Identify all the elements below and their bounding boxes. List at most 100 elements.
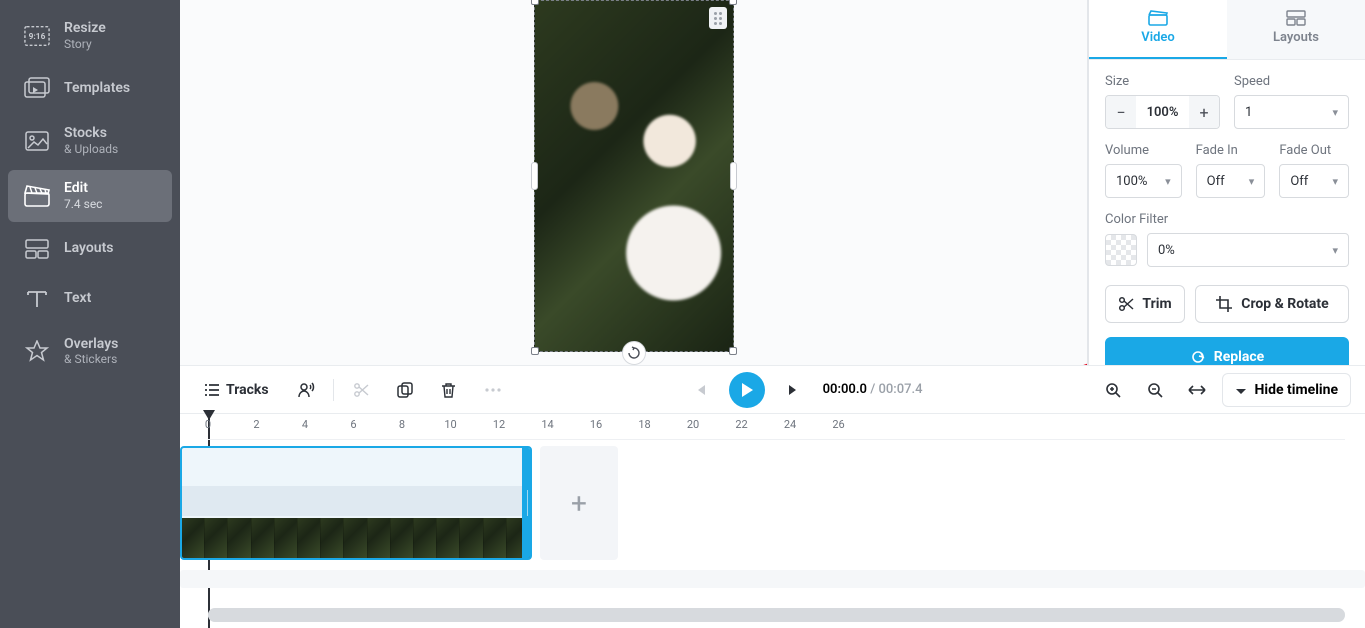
main-area: Video Layouts Size − 100%	[180, 0, 1365, 628]
sidebar-item-overlays[interactable]: Overlays & Stickers	[8, 326, 172, 377]
empty-track[interactable]	[180, 570, 1365, 588]
size-value[interactable]: 100%	[1136, 105, 1189, 120]
right-panel: Video Layouts Size − 100%	[1088, 0, 1365, 365]
text-icon	[24, 286, 50, 312]
clip-trim-handle[interactable]	[522, 448, 532, 558]
ruler-tick: 26	[832, 418, 844, 431]
tracks-button[interactable]: Tracks	[194, 374, 279, 406]
more-button[interactable]	[476, 374, 510, 406]
add-clip-button[interactable]: +	[540, 446, 618, 560]
sidebar-item-sublabel: & Stickers	[64, 352, 118, 366]
size-decrease[interactable]: −	[1106, 96, 1136, 128]
zoom-in-button[interactable]	[1096, 374, 1130, 406]
drag-grip-icon[interactable]	[709, 7, 727, 29]
ruler-tick: 6	[350, 418, 356, 431]
volume-value: 100%	[1116, 174, 1147, 189]
resize-handle[interactable]	[531, 347, 539, 355]
trash-icon	[441, 382, 456, 398]
sidebar-item-resize[interactable]: 9:16 Resize Story	[8, 10, 172, 61]
fadeout-select[interactable]: Off ▾	[1279, 164, 1349, 198]
annotation-arrow	[1000, 300, 1088, 365]
fadeout-label: Fade Out	[1279, 143, 1349, 158]
colorfilter-select[interactable]: 0% ▾	[1147, 233, 1349, 267]
timeline-scrollbar[interactable]	[208, 608, 1345, 622]
zoom-out-icon	[1147, 382, 1163, 398]
tab-layouts[interactable]: Layouts	[1227, 0, 1365, 59]
trim-button[interactable]: Trim	[1105, 285, 1185, 323]
ruler-tick: 20	[687, 418, 699, 431]
timeline-clip[interactable]	[180, 446, 532, 560]
sidebar-item-layouts[interactable]: Layouts	[8, 226, 172, 272]
zoom-in-icon	[1105, 382, 1121, 398]
prev-frame-button[interactable]	[683, 374, 717, 406]
sidebar-item-label: Resize	[64, 20, 106, 37]
fadein-label: Fade In	[1196, 143, 1266, 158]
chevron-down-icon: ▾	[1332, 175, 1338, 188]
tab-video[interactable]: Video	[1089, 0, 1227, 59]
resize-handle[interactable]	[729, 347, 737, 355]
duplicate-button[interactable]	[388, 374, 422, 406]
sidebar-item-edit[interactable]: Edit 7.4 sec	[8, 170, 172, 221]
chevron-down-icon: ▾	[1165, 175, 1171, 188]
scrollbar-thumb[interactable]	[208, 608, 1345, 622]
resize-handle[interactable]	[531, 162, 538, 190]
colorfilter-value: 0%	[1158, 243, 1175, 258]
resize-handle[interactable]	[730, 162, 737, 190]
delete-button[interactable]	[432, 374, 466, 406]
ruler-tick: 8	[399, 418, 405, 431]
crop-icon	[1215, 295, 1233, 313]
more-icon	[485, 388, 501, 392]
cut-button[interactable]	[344, 374, 378, 406]
clip-thumbnails	[182, 518, 530, 558]
fadein-select[interactable]: Off ▾	[1196, 164, 1266, 198]
voiceover-button[interactable]	[289, 374, 323, 406]
canvas[interactable]	[180, 0, 1088, 365]
sidebar-item-sublabel: & Uploads	[64, 142, 118, 156]
scissors-icon	[353, 382, 369, 398]
rotate-handle[interactable]	[622, 341, 646, 365]
clapperboard-icon	[1148, 10, 1168, 26]
tab-label: Video	[1141, 30, 1175, 45]
ruler-tick: 14	[541, 418, 553, 431]
timeline-ruler[interactable]: 02468101214161820222426	[208, 414, 1345, 440]
image-icon	[24, 128, 50, 154]
layouts-icon	[1286, 10, 1306, 26]
selected-clip[interactable]	[534, 0, 734, 352]
sidebar-item-templates[interactable]: Templates	[8, 65, 172, 111]
volume-select[interactable]: 100% ▾	[1105, 164, 1182, 198]
chevron-down-icon: ▾	[1332, 244, 1338, 257]
play-icon	[740, 382, 754, 398]
size-increase[interactable]: +	[1189, 96, 1219, 128]
sidebar-item-text[interactable]: Text	[8, 276, 172, 322]
chevron-down-icon: ▾	[1332, 106, 1338, 119]
step-back-icon	[693, 383, 707, 397]
timeline-tracks[interactable]: +	[180, 440, 1365, 604]
layouts-icon	[24, 236, 50, 262]
resize-handle[interactable]	[729, 0, 737, 5]
ruler-tick: 18	[638, 418, 650, 431]
ruler-tick: 16	[590, 418, 602, 431]
colorfilter-swatch[interactable]	[1105, 234, 1137, 266]
copy-icon	[397, 382, 413, 398]
size-stepper: − 100% +	[1105, 95, 1220, 129]
ruler-tick: 12	[493, 418, 505, 431]
voiceover-icon	[297, 381, 315, 399]
speed-select[interactable]: 1 ▾	[1234, 95, 1349, 129]
sidebar-item-sublabel: Story	[64, 37, 106, 51]
speed-value: 1	[1245, 105, 1252, 120]
fit-button[interactable]	[1180, 374, 1214, 406]
sidebar-item-label: Text	[64, 290, 91, 307]
ruler-tick: 10	[444, 418, 456, 431]
resize-handle[interactable]	[531, 0, 539, 5]
hide-timeline-button[interactable]: Hide timeline	[1222, 373, 1351, 407]
zoom-out-button[interactable]	[1138, 374, 1172, 406]
play-button[interactable]	[729, 372, 765, 408]
tab-label: Layouts	[1273, 30, 1319, 45]
timecode: 00:00.0 / 00:07.4	[823, 382, 923, 397]
crop-rotate-button[interactable]: Crop & Rotate	[1195, 285, 1349, 323]
sidebar-item-label: Templates	[64, 80, 130, 97]
ruler-tick: 2	[253, 418, 259, 431]
next-frame-button[interactable]	[777, 374, 811, 406]
ruler-tick: 4	[302, 418, 308, 431]
sidebar-item-stocks[interactable]: Stocks & Uploads	[8, 115, 172, 166]
